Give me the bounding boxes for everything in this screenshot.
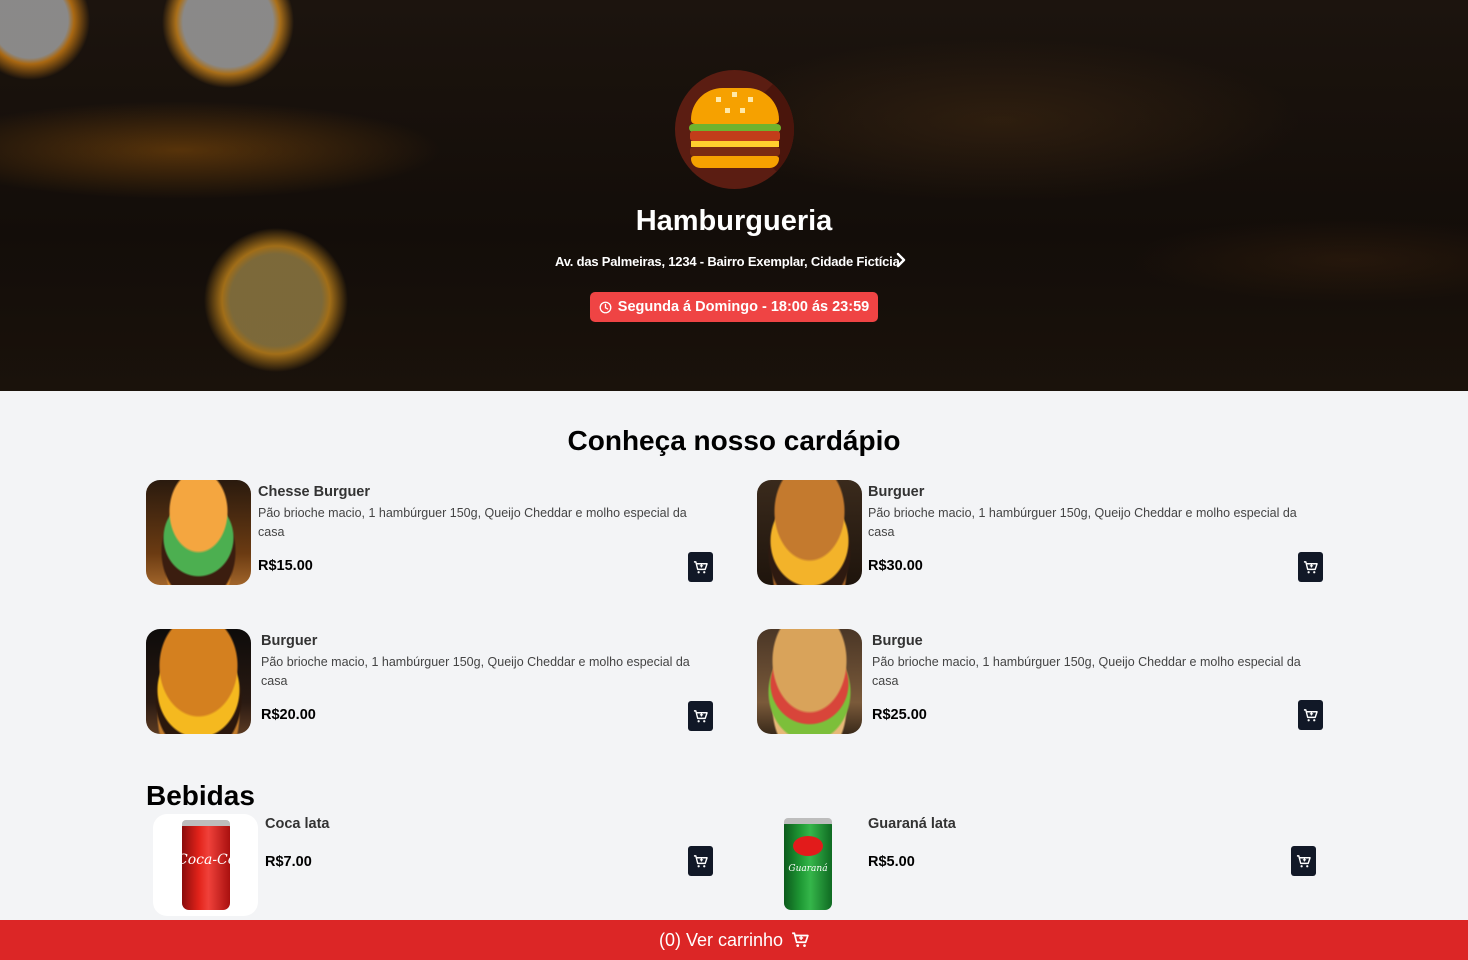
- menu-item: Burgue Pão brioche macio, 1 hambúrguer 1…: [757, 629, 1325, 735]
- burger-image: [757, 480, 862, 585]
- burger-logo: [675, 70, 794, 189]
- opening-hours-badge: Segunda á Domingo - 18:00 ás 23:59: [590, 292, 878, 322]
- burger-image: [146, 480, 251, 585]
- menu-item-description: Pão brioche macio, 1 hambúrguer 150g, Qu…: [868, 506, 1297, 539]
- menu-item-description: Pão brioche macio, 1 hambúrguer 150g, Qu…: [261, 655, 690, 688]
- restaurant-name: Hamburgueria: [635, 205, 833, 237]
- add-to-cart-button[interactable]: [688, 701, 713, 731]
- menu-item: Burguer Pão brioche macio, 1 hambúrguer …: [757, 480, 1325, 586]
- drink-item: Guaraná Guaraná lata R$5.00: [757, 814, 1319, 920]
- add-to-cart-button[interactable]: [688, 552, 713, 582]
- add-to-cart-button[interactable]: [1291, 846, 1316, 876]
- burger-image: [757, 629, 862, 734]
- guarana-can-image: Guaraná: [757, 814, 862, 916]
- cart-plus-icon: [1303, 560, 1318, 573]
- menu-item-price: R$30.00: [868, 558, 923, 574]
- clock-icon: [599, 301, 612, 313]
- menu-item-price: R$15.00: [258, 558, 313, 574]
- menu-item-description: Pão brioche macio, 1 hambúrguer 150g, Qu…: [872, 655, 1301, 688]
- opening-hours-text: Segunda á Domingo - 18:00 ás 23:59: [617, 299, 870, 315]
- menu-item-description: Pão brioche macio, 1 hambúrguer 150g, Qu…: [258, 506, 687, 539]
- chevron-right-icon[interactable]: [894, 252, 908, 268]
- view-cart-label: (0) Ver carrinho: [658, 929, 784, 950]
- menu-item-name: Chesse Burguer: [258, 484, 371, 500]
- cart-plus-icon: [693, 560, 708, 573]
- burger-image: [146, 629, 251, 734]
- menu-item: Burguer Pão brioche macio, 1 hambúrguer …: [146, 629, 714, 735]
- cart-icon: [792, 932, 809, 947]
- add-to-cart-button[interactable]: [688, 846, 713, 876]
- menu-item-name: Burguer: [261, 633, 318, 649]
- menu-item-name: Burguer: [868, 484, 925, 500]
- view-cart-button[interactable]: (0) Ver carrinho: [0, 920, 1468, 960]
- cart-plus-icon: [693, 854, 708, 867]
- drinks-section-title: Bebidas: [146, 780, 255, 811]
- menu-item: Chesse Burguer Pão brioche macio, 1 hamb…: [146, 480, 714, 586]
- menu-section-title: Conheça nosso cardápio: [567, 425, 901, 456]
- cart-plus-icon: [1303, 708, 1318, 721]
- drink-name: Guaraná lata: [868, 816, 956, 832]
- restaurant-address: Av. das Palmeiras, 1234 - Bairro Exempla…: [555, 254, 900, 269]
- cart-plus-icon: [1296, 854, 1311, 867]
- add-to-cart-button[interactable]: [1298, 700, 1323, 730]
- drink-name: Coca lata: [265, 816, 330, 832]
- cart-plus-icon: [693, 709, 708, 722]
- hero-banner: Hamburgueria Av. das Palmeiras, 1234 - B…: [0, 0, 1468, 391]
- add-to-cart-button[interactable]: [1298, 552, 1323, 582]
- coke-can-image: Coca‑Cola: [153, 814, 258, 916]
- drink-price: R$5.00: [868, 854, 915, 870]
- drink-item: Coca‑Cola Coca lata R$7.00: [153, 814, 715, 920]
- drink-price: R$7.00: [265, 854, 312, 870]
- menu-item-price: R$20.00: [261, 707, 316, 723]
- menu-item-name: Burgue: [872, 633, 923, 649]
- menu-item-price: R$25.00: [872, 707, 927, 723]
